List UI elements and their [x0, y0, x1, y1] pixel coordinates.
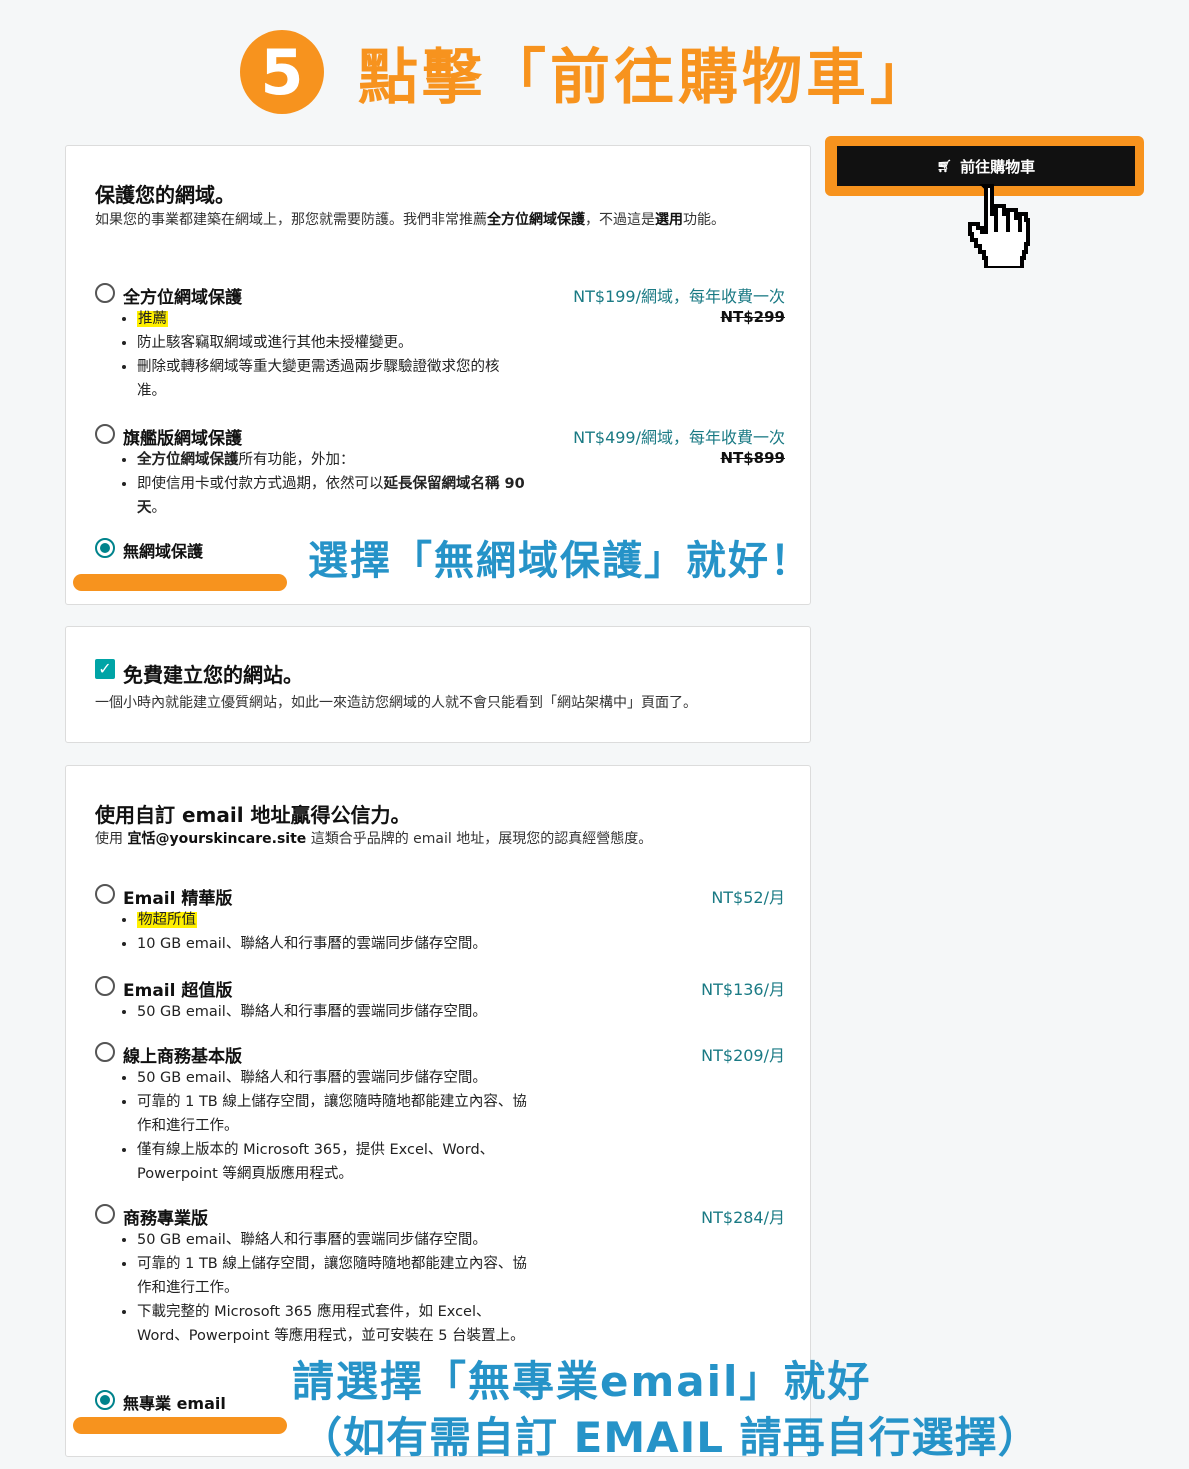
option-full-domain-protection[interactable]: 全方位網域保護 NT$199/網域，每年收費一次 NT$299 推薦 防止駭客竊…: [95, 283, 785, 413]
option-features: 物超所值 10 GB email、聯絡人和行事曆的雲端同步儲存空間。: [137, 908, 527, 956]
free-website-title: 免費建立您的網站。: [123, 663, 303, 687]
radio-button[interactable]: [95, 1204, 115, 1224]
domain-protection-description: 如果您的事業都建築在網域上，那您就需要防護。我們非常推薦全方位網域保護，不過這是…: [95, 208, 795, 232]
radio-button[interactable]: [95, 1042, 115, 1062]
option-online-business-essentials[interactable]: 線上商務基本版 NT$209/月 50 GB email、聯絡人和行事曆的雲端同…: [95, 1042, 785, 1187]
list-item: 即使信用卡或付款方式過期，依然可以延長保留網域名稱 90 天。: [137, 472, 527, 520]
list-item: 全方位網域保護所有功能，外加：: [137, 448, 527, 472]
radio-button-selected[interactable]: [95, 538, 115, 558]
option-email-plus[interactable]: Email 超值版 NT$136/月 50 GB email、聯絡人和行事曆的雲…: [95, 976, 785, 1026]
checkbox-checked[interactable]: ✓: [95, 659, 115, 679]
bold-text: 全方位網域保護: [137, 452, 239, 468]
recommended-badge: 推薦: [137, 311, 168, 327]
option-name: 無網域保護: [123, 542, 204, 561]
list-item: 刪除或轉移網域等重大變更需透過兩步驟驗證徵求您的核准。: [137, 355, 527, 403]
domain-note: 選擇「無網域保護」就好！: [308, 538, 812, 584]
desc-text: 這類合乎品牌的 email 地址，展現您的認真經營態度。: [306, 831, 653, 847]
step-title-text: 點擊「前往購物車」: [358, 42, 934, 113]
option-price: NT$284/月: [701, 1208, 785, 1227]
go-to-cart-button[interactable]: 🛒︎ 前往購物車: [837, 146, 1135, 186]
option-features: 50 GB email、聯絡人和行事曆的雲端同步儲存空間。 可靠的 1 TB 線…: [137, 1066, 527, 1186]
list-item: 50 GB email、聯絡人和行事曆的雲端同步儲存空間。: [137, 1228, 527, 1252]
list-item: 物超所值: [137, 908, 527, 932]
email-note-line2: （如有需自訂 EMAIL 請再自行選擇）: [300, 1413, 1041, 1462]
best-value-badge: 物超所值: [137, 912, 197, 928]
cart-icon: 🛒︎: [936, 159, 953, 173]
option-old-price: NT$299: [720, 308, 785, 326]
text: 即使信用卡或付款方式過期，依然可以: [137, 476, 384, 492]
desc-bold: 選用: [655, 212, 683, 228]
email-title: 使用自訂 email 地址贏得公信力。: [95, 803, 411, 827]
option-features: 推薦 防止駭客竊取網域或進行其他未授權變更。 刪除或轉移網域等重大變更需透過兩步…: [137, 307, 527, 403]
cart-button-label: 前往購物車: [960, 158, 1036, 176]
email-address: 宜恬@yourskincare.site: [127, 831, 307, 847]
list-item: 50 GB email、聯絡人和行事曆的雲端同步儲存空間。: [137, 1066, 527, 1090]
hand-pointer-icon: [968, 184, 1030, 268]
highlight-underline: [73, 1417, 287, 1434]
option-features: 50 GB email、聯絡人和行事曆的雲端同步儲存空間。: [137, 1000, 527, 1024]
list-item: 推薦: [137, 307, 527, 331]
option-name: 線上商務基本版: [123, 1047, 242, 1067]
option-price: NT$52/月: [711, 888, 785, 907]
list-item: 可靠的 1 TB 線上儲存空間，讓您隨時隨地都能建立內容、協作和進行工作。: [137, 1090, 527, 1138]
highlight-underline: [73, 574, 287, 591]
option-old-price: NT$899: [720, 449, 785, 467]
desc-text: ，不過這是: [585, 212, 655, 228]
option-price: NT$136/月: [701, 980, 785, 999]
option-name: Email 精華版: [123, 889, 233, 909]
option-name: 商務專業版: [123, 1209, 208, 1229]
option-premium-domain-protection[interactable]: 旗艦版網域保護 NT$499/網域，每年收費一次 NT$899 全方位網域保護所…: [95, 424, 785, 524]
desc-text: 如果您的事業都建築在網域上，那您就需要防護。我們非常推薦: [95, 212, 487, 228]
option-price: NT$499/網域，每年收費一次: [573, 428, 785, 447]
option-email-essentials[interactable]: Email 精華版 NT$52/月 物超所值 10 GB email、聯絡人和行…: [95, 884, 785, 954]
option-features: 50 GB email、聯絡人和行事曆的雲端同步儲存空間。 可靠的 1 TB 線…: [137, 1228, 527, 1348]
step-annotation: 5 點擊「前往購物車」: [240, 30, 934, 114]
email-note-line1: 請選擇「無專業email」就好: [292, 1357, 872, 1406]
list-item: 防止駭客竊取網域或進行其他未授權變更。: [137, 331, 527, 355]
list-item: 10 GB email、聯絡人和行事曆的雲端同步儲存空間。: [137, 932, 527, 956]
desc-bold: 全方位網域保護: [487, 212, 585, 228]
radio-button[interactable]: [95, 976, 115, 996]
option-features: 全方位網域保護所有功能，外加： 即使信用卡或付款方式過期，依然可以延長保留網域名…: [137, 448, 527, 520]
email-description: 使用 宜恬@yourskincare.site 這類合乎品牌的 email 地址…: [95, 827, 795, 851]
option-price: NT$209/月: [701, 1046, 785, 1065]
list-item: 可靠的 1 TB 線上儲存空間，讓您隨時隨地都能建立內容、協作和進行工作。: [137, 1252, 527, 1300]
option-name: 旗艦版網域保護: [123, 429, 242, 449]
free-website-card: ✓ 免費建立您的網站。 一個小時內就能建立優質網站，如此一來造訪您網域的人就不會…: [65, 626, 811, 743]
option-name: Email 超值版: [123, 981, 233, 1001]
free-website-description: 一個小時內就能建立優質網站，如此一來造訪您網域的人就不會只能看到「網站架構中」頁…: [95, 695, 697, 711]
radio-button-selected[interactable]: [95, 1390, 115, 1410]
desc-text: 功能。: [683, 212, 725, 228]
option-price: NT$199/網域，每年收費一次: [573, 287, 785, 306]
desc-text: 使用: [95, 831, 128, 847]
radio-button[interactable]: [95, 283, 115, 303]
list-item: 下載完整的 Microsoft 365 應用程式套件，如 Excel、Word、…: [137, 1300, 527, 1348]
list-item: 僅有線上版本的 Microsoft 365，提供 Excel、Word、Powe…: [137, 1138, 527, 1186]
step-number-badge: 5: [240, 30, 324, 114]
domain-protection-title: 保護您的網域。: [95, 183, 235, 207]
list-item: 50 GB email、聯絡人和行事曆的雲端同步儲存空間。: [137, 1000, 527, 1024]
option-name: 全方位網域保護: [123, 288, 242, 308]
text: 。: [151, 500, 167, 516]
radio-button[interactable]: [95, 884, 115, 904]
radio-button[interactable]: [95, 424, 115, 444]
option-name: 無專業 email: [123, 1394, 226, 1413]
text: 所有功能，外加：: [238, 452, 355, 468]
